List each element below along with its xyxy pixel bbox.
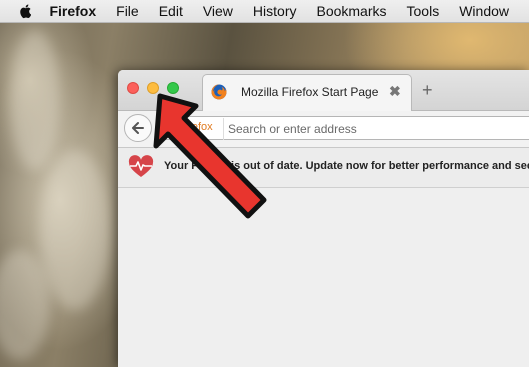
page-content	[118, 188, 529, 367]
navigation-bar: Firefox	[118, 111, 529, 148]
address-input[interactable]	[223, 118, 529, 140]
new-tab-button[interactable]: +	[422, 80, 433, 101]
wallpaper-streak	[40, 150, 110, 310]
window-close-button[interactable]	[127, 82, 139, 94]
tab-title: Mozilla Firefox Start Page	[241, 85, 379, 99]
menu-file[interactable]: File	[116, 3, 139, 19]
update-notification-text: Your Firefox is out of date. Update now …	[164, 160, 529, 172]
menu-bookmarks[interactable]: Bookmarks	[316, 3, 386, 19]
menu-bar: Firefox File Edit View History Bookmarks…	[0, 0, 529, 23]
wallpaper-streak	[10, 30, 60, 170]
menu-tools[interactable]: Tools	[407, 3, 440, 19]
update-notification-bar: Your Firefox is out of date. Update now …	[118, 148, 529, 188]
menu-window[interactable]: Window	[459, 3, 509, 19]
menu-edit[interactable]: Edit	[159, 3, 183, 19]
firefox-window: Mozilla Firefox Start Page ✖ + Firefox Y…	[118, 70, 529, 367]
tab-close-button[interactable]: ✖	[389, 83, 401, 100]
firefox-identity-icon[interactable]	[161, 121, 175, 135]
heart-icon	[128, 155, 154, 177]
window-maximize-button[interactable]	[167, 82, 179, 94]
tab-start-page[interactable]: Mozilla Firefox Start Page ✖	[202, 74, 412, 111]
menu-app-firefox[interactable]: Firefox	[49, 3, 96, 19]
menu-view[interactable]: View	[203, 3, 233, 19]
back-arrow-icon	[132, 122, 144, 134]
window-minimize-button[interactable]	[147, 82, 159, 94]
tab-bar: Mozilla Firefox Start Page ✖ +	[118, 70, 529, 111]
back-button[interactable]	[124, 114, 152, 142]
firefox-favicon-icon	[211, 84, 227, 100]
menu-history[interactable]: History	[253, 3, 297, 19]
identity-label[interactable]: Firefox	[179, 121, 213, 133]
url-bar[interactable]: Firefox	[156, 116, 529, 140]
apple-icon[interactable]	[20, 3, 32, 19]
wallpaper-streak	[0, 250, 50, 360]
